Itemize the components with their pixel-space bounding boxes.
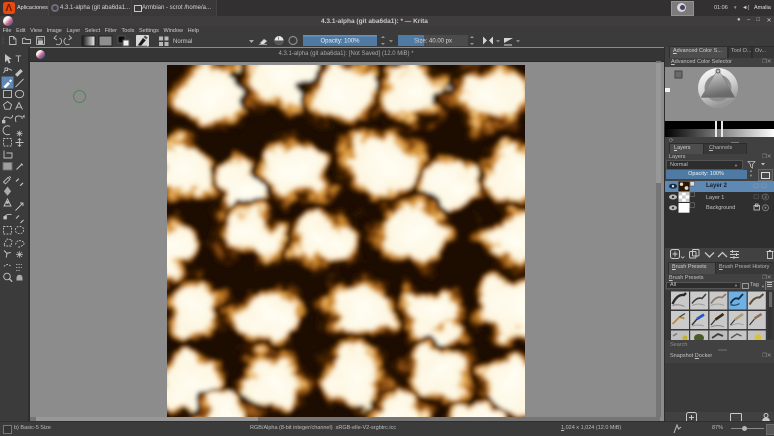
svg-text:Opacity: 100%: Opacity: 100% — [320, 39, 360, 45]
svg-text:T: T — [16, 54, 22, 65]
svg-text:Size: 40.00 px: Size: 40.00 px — [414, 39, 452, 45]
svg-text:Normal: Normal — [173, 39, 192, 45]
